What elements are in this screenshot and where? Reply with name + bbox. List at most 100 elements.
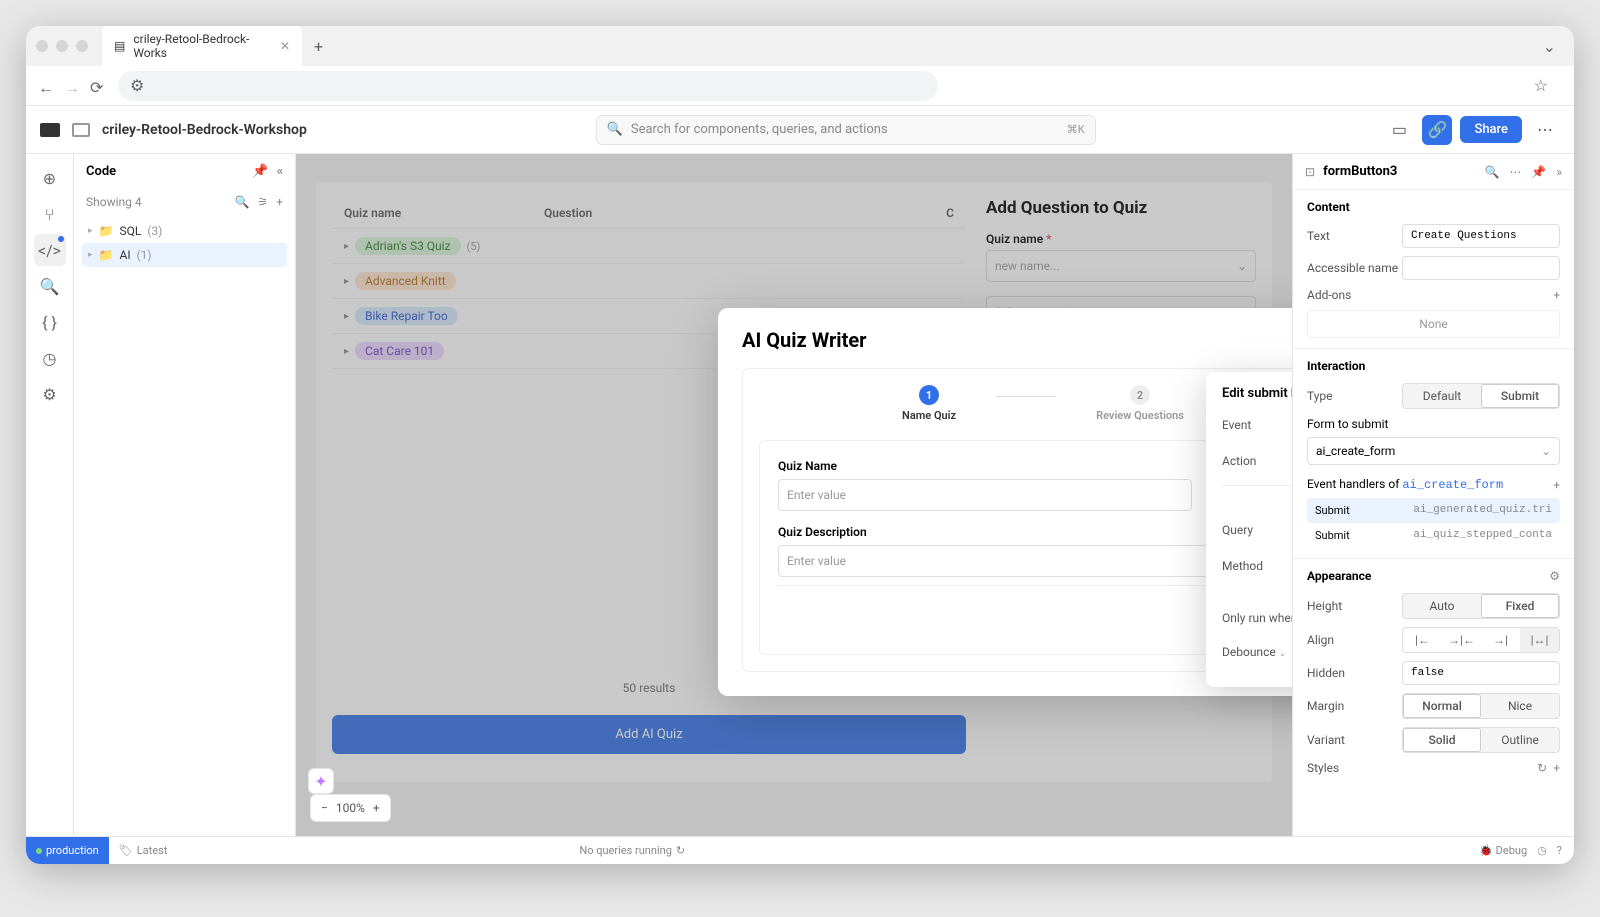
chevron-down-icon: ⌄ — [1279, 649, 1287, 659]
text-input[interactable] — [1402, 224, 1560, 248]
text-label: Text — [1307, 229, 1402, 243]
help-icon[interactable]: ? — [1557, 844, 1562, 857]
add-icon[interactable]: + — [1553, 288, 1560, 302]
nav-reload-icon[interactable]: ⟳ — [90, 78, 106, 94]
url-input[interactable]: ⚙ — [118, 71, 938, 101]
rail-search-button[interactable]: 🔍 — [34, 270, 66, 302]
search-icon[interactable]: 🔍 — [1484, 165, 1499, 179]
variant-segment[interactable]: Solid Outline — [1402, 727, 1560, 753]
align-segment[interactable]: |← →|← →| |↔| — [1402, 627, 1560, 653]
acc-name-input[interactable] — [1402, 256, 1560, 280]
eh-form-link[interactable]: ai_create_form — [1402, 478, 1503, 492]
align-stretch-icon[interactable]: |↔| — [1520, 628, 1559, 652]
link-button[interactable]: 🔗 — [1422, 115, 1452, 145]
search-placeholder: Search for components, queries, and acti… — [631, 122, 888, 137]
traffic-max-icon[interactable] — [76, 40, 88, 52]
zoom-out-icon[interactable]: − — [321, 801, 328, 815]
quiz-name-label: Quiz Name — [778, 459, 1192, 473]
site-settings-icon[interactable]: ⚙ — [130, 76, 144, 95]
app-title: criley-Retool-Bedrock-Workshop — [102, 122, 307, 138]
rail-settings-button[interactable]: ⚙ — [34, 378, 66, 410]
method-label: Method — [1222, 559, 1292, 573]
pin-icon[interactable]: 📌 — [252, 164, 268, 179]
align-right-icon[interactable]: →| — [1481, 628, 1520, 652]
rail-history-button[interactable]: ◷ — [34, 342, 66, 374]
settings-icon[interactable]: ⚙ — [1549, 569, 1560, 583]
zoom-level: 100% — [336, 801, 365, 815]
desktop-preview-button[interactable]: ▭ — [1384, 115, 1414, 145]
event-handler-row[interactable]: Submitai_quiz_stepped_conta — [1307, 523, 1560, 548]
folder-name: AI — [119, 248, 130, 262]
collapse-icon[interactable]: « — [277, 164, 283, 179]
acc-name-label: Accessible name — [1307, 261, 1402, 275]
reset-icon[interactable]: ↻ — [1537, 761, 1547, 775]
folder-icon: 📁 — [99, 248, 114, 262]
tree-folder[interactable]: ▸📁SQL (3) — [82, 219, 287, 243]
tab-favicon-icon: ▤ — [114, 39, 125, 53]
showing-count: Showing 4 — [86, 195, 142, 209]
nav-forward-icon[interactable]: → — [64, 78, 80, 94]
traffic-close-icon[interactable] — [36, 40, 48, 52]
bookmark-icon[interactable]: ☆ — [1534, 76, 1548, 95]
ai-sparkle-button[interactable]: ✦ — [308, 768, 334, 794]
step-2[interactable]: 2 Review Questions — [1096, 385, 1184, 422]
eh-label: Event handlers of — [1307, 477, 1402, 491]
form-submit-select[interactable]: ai_create_form⌄ — [1307, 437, 1560, 465]
version-tag[interactable]: 🏷 Latest — [109, 844, 178, 857]
align-left-icon[interactable]: |← — [1403, 628, 1442, 652]
align-center-icon[interactable]: →|← — [1442, 628, 1481, 652]
history-icon[interactable]: ◷ — [1537, 844, 1547, 857]
eh-action: ai_generated_quiz.tri — [1413, 504, 1552, 517]
event-handler-row[interactable]: Submitai_generated_quiz.tri — [1307, 498, 1560, 523]
rail-add-button[interactable]: ⊕ — [34, 162, 66, 194]
type-segment[interactable]: Default Submit — [1402, 383, 1560, 409]
rail-tree-button[interactable]: ⑂ — [34, 198, 66, 230]
eh-action: ai_quiz_stepped_conta — [1413, 529, 1552, 542]
folder-count: (1) — [137, 248, 152, 262]
component-name[interactable]: formButton3 — [1323, 164, 1397, 179]
nav-back-icon[interactable]: ← — [38, 78, 54, 94]
quiz-name-input[interactable]: Enter value — [778, 479, 1192, 511]
more-icon[interactable]: ⋯ — [1509, 165, 1521, 179]
addons-none[interactable]: None — [1307, 310, 1560, 338]
canvas[interactable]: Quiz name Question C ▸Adrian's S3 Quiz (… — [296, 154, 1292, 836]
env-badge[interactable]: production — [26, 837, 109, 864]
expand-icon[interactable]: » — [1556, 165, 1562, 179]
folder-icon: 📁 — [99, 224, 114, 238]
tree-folder[interactable]: ▸📁AI (1) — [82, 243, 287, 267]
height-segment[interactable]: Auto Fixed — [1402, 593, 1560, 619]
zoom-control[interactable]: − 100% + — [310, 794, 391, 822]
rail-state-button[interactable]: { } — [34, 306, 66, 338]
query-label: Query — [1222, 523, 1292, 537]
search-input[interactable]: 🔍 Search for components, queries, and ac… — [596, 115, 1096, 145]
tab-title: criley-Retool-Bedrock-Works — [133, 32, 272, 60]
more-menu-icon[interactable]: ⋯ — [1530, 115, 1560, 145]
browser-tab[interactable]: ▤ criley-Retool-Bedrock-Works ✕ — [102, 26, 302, 68]
zoom-in-icon[interactable]: + — [373, 801, 380, 815]
pin-icon[interactable]: 📌 — [1531, 165, 1546, 179]
retool-logo-icon[interactable] — [40, 123, 60, 137]
add-icon[interactable]: + — [1553, 478, 1560, 492]
panel-title: Code — [86, 164, 116, 179]
filter-icon[interactable]: ⚞ — [257, 195, 268, 209]
traffic-min-icon[interactable] — [56, 40, 68, 52]
add-icon[interactable]: + — [1553, 761, 1560, 775]
step-1[interactable]: 1 Name Quiz — [902, 385, 956, 422]
search-icon[interactable]: 🔍 — [234, 195, 249, 209]
new-tab-button[interactable]: + — [314, 37, 323, 56]
chevron-down-icon[interactable]: ⌄ — [1543, 37, 1556, 56]
margin-segment[interactable]: Normal Nice — [1402, 693, 1560, 719]
close-icon[interactable]: ✕ — [280, 39, 290, 53]
form-submit-label: Form to submit — [1307, 417, 1560, 431]
debug-button[interactable]: 🐞 Debug — [1479, 844, 1527, 857]
add-icon[interactable]: + — [276, 195, 283, 209]
popover-title: Edit submit handler — [1222, 386, 1292, 401]
inspector-panel: ⊡ formButton3 🔍 ⋯ 📌 » Content Text Acces… — [1292, 154, 1574, 836]
section-appearance: Appearance — [1307, 569, 1371, 583]
section-interaction: Interaction — [1307, 359, 1560, 373]
rail-code-button[interactable]: </> — [34, 234, 66, 266]
hidden-input[interactable] — [1402, 661, 1560, 685]
share-button[interactable]: Share — [1460, 116, 1522, 143]
panel-toggle-icon[interactable] — [72, 123, 90, 137]
hidden-label: Hidden — [1307, 666, 1402, 680]
